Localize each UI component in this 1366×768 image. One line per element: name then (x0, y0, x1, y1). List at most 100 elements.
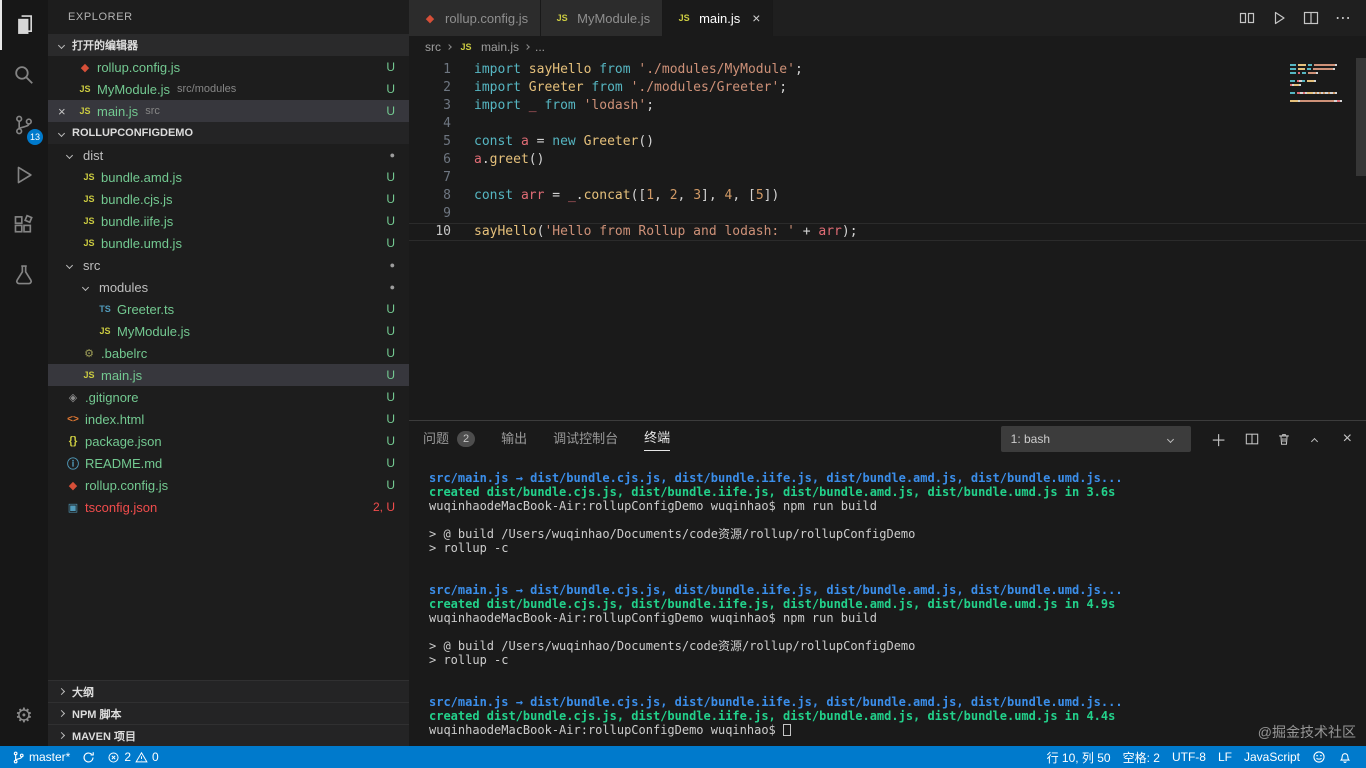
problems-status-item[interactable]: 2 0 (101, 750, 164, 764)
split-terminal-icon[interactable] (1245, 432, 1259, 446)
code-token: Greeter (583, 134, 639, 149)
file-item[interactable]: {} package.json U (48, 430, 409, 452)
breadcrumb-item-src[interactable]: src (425, 40, 441, 54)
folder-item-src[interactable]: src ● (48, 254, 409, 276)
modified-dot-badge: ● (389, 282, 395, 292)
tab-mymodule[interactable]: JS MyModule.js (541, 0, 664, 36)
split-editor-icon[interactable] (1303, 10, 1319, 26)
code-text: sayHello('Hello from Rollup and lodash: … (451, 223, 858, 241)
maven-section-header[interactable]: MAVEN 项目 (48, 724, 409, 746)
code-token: 'Hello from Rollup and lodash: ' (544, 224, 795, 239)
eol-item[interactable]: LF (1212, 750, 1238, 764)
npm-scripts-section-header[interactable]: NPM 脚本 (48, 702, 409, 724)
extensions-icon[interactable] (0, 200, 48, 250)
sync-changes-item[interactable] (76, 751, 101, 764)
folder-item-modules[interactable]: modules ● (48, 276, 409, 298)
file-item-main-js-selected[interactable]: JS main.js U (48, 364, 409, 386)
open-editor-main[interactable]: × JS main.js src U (48, 100, 409, 122)
status-right: 行 10, 列 50 空格: 2 UTF-8 LF JavaScript (1041, 749, 1366, 766)
feedback-smiley-item[interactable] (1306, 750, 1332, 764)
tab-terminal-active[interactable]: 终端 (644, 427, 671, 451)
chevron-down-icon (1166, 435, 1174, 443)
file-item[interactable]: <> index.html U (48, 408, 409, 430)
file-item[interactable]: JS MyModule.js U (48, 320, 409, 342)
close-panel-icon[interactable]: × (1343, 430, 1352, 448)
code-token: from (591, 80, 623, 95)
indentation-item[interactable]: 空格: 2 (1117, 749, 1166, 766)
maximize-panel-chevron-icon[interactable] (1310, 437, 1318, 445)
line-number: 5 (443, 134, 451, 149)
file-item[interactable]: JS bundle.cjs.js U (48, 188, 409, 210)
terminal-text: created dist/bundle.cjs.js, dist/bundle.… (429, 485, 1116, 499)
code-editor[interactable]: 1 import sayHello from './modules/MyModul… (409, 58, 1366, 420)
terminal-line: created dist/bundle.cjs.js, dist/bundle.… (429, 485, 1366, 499)
code-token: 1 (646, 188, 655, 203)
open-editor-rollup-config[interactable]: ◆ rollup.config.js U (48, 56, 409, 78)
git-status-badge: U (386, 434, 395, 448)
source-control-icon[interactable]: 13 (0, 100, 48, 150)
folder-item-dist[interactable]: dist ● (48, 144, 409, 166)
file-item[interactable]: ⚙ .babelrc U (48, 342, 409, 364)
file-item[interactable]: ◆ rollup.config.js U (48, 474, 409, 496)
terminal-output[interactable]: src/main.js → dist/bundle.cjs.js, dist/b… (409, 457, 1366, 746)
terminal-text: src/main.js → dist/bundle.cjs.js, dist/b… (429, 695, 1123, 709)
encoding-item[interactable]: UTF-8 (1166, 750, 1212, 764)
project-header[interactable]: ROLLUPCONFIGDEMO (48, 122, 409, 144)
file-item[interactable]: JS bundle.iife.js U (48, 210, 409, 232)
tab-problems[interactable]: 问题 2 (423, 428, 476, 451)
file-item[interactable]: JS bundle.amd.js U (48, 166, 409, 188)
close-icon[interactable]: × (58, 104, 76, 119)
warning-icon (135, 751, 148, 762)
open-editors-header[interactable]: 打开的编辑器 (48, 34, 409, 56)
scrollbar-thumb[interactable] (1356, 58, 1366, 176)
file-item[interactable]: ◈ .gitignore U (48, 386, 409, 408)
close-icon[interactable]: × (752, 10, 760, 26)
breadcrumb: src JS main.js ... (409, 36, 1366, 58)
outline-section-header[interactable]: 大纲 (48, 680, 409, 702)
tab-rollup-config[interactable]: ◆ rollup.config.js (409, 0, 542, 36)
terminal-shell-select[interactable]: 1: bash (1000, 426, 1191, 452)
breadcrumb-item-file[interactable]: main.js (481, 40, 519, 54)
error-count: 2 (124, 750, 132, 764)
file-name: bundle.iife.js (101, 213, 174, 229)
html-file-icon: <> (67, 413, 79, 425)
notifications-bell-item[interactable] (1332, 750, 1358, 764)
settings-gear-icon[interactable]: ⚙ (0, 690, 48, 740)
run-debug-icon[interactable] (0, 150, 48, 200)
open-changes-icon[interactable] (1239, 10, 1255, 26)
cursor-position-item[interactable]: 行 10, 列 50 (1041, 749, 1117, 766)
minimap[interactable] (1290, 64, 1350, 104)
new-terminal-icon[interactable]: ＋ (1211, 427, 1227, 451)
tab-output[interactable]: 输出 (501, 428, 527, 451)
breadcrumb-item-more[interactable]: ... (535, 40, 545, 54)
file-item[interactable]: JS bundle.umd.js U (48, 232, 409, 254)
chevron-down-icon (65, 151, 74, 159)
git-status-badge: U (386, 60, 395, 74)
test-beaker-icon[interactable] (0, 250, 48, 300)
tab-bar: ◆ rollup.config.js JS MyModule.js JS mai… (409, 0, 1366, 36)
open-editor-mymodule[interactable]: JS MyModule.js src/modules U (48, 78, 409, 100)
more-actions-icon[interactable]: ⋯ (1335, 8, 1352, 28)
file-item[interactable]: ⓘ README.md U (48, 452, 409, 474)
chevron-right-icon (57, 709, 66, 718)
sync-icon (83, 751, 95, 763)
file-name: tsconfig.json (85, 499, 158, 515)
git-branch-item[interactable]: master* (6, 750, 76, 764)
folder-name: dist (83, 147, 104, 163)
run-file-icon[interactable] (1271, 10, 1287, 26)
file-path-detail: src (145, 105, 160, 117)
tab-main-js-active[interactable]: JS main.js × (663, 0, 774, 36)
kill-terminal-trash-icon[interactable] (1277, 432, 1291, 446)
explorer-icon[interactable] (0, 0, 48, 50)
file-tree: dist ● JS bundle.amd.js U JS bundle.cjs.… (48, 144, 409, 680)
search-icon[interactable] (0, 50, 48, 100)
code-token: './modules/Greeter' (630, 80, 780, 95)
language-mode-item[interactable]: JavaScript (1238, 750, 1306, 764)
sidebar-title: EXPLORER (68, 11, 133, 23)
file-item[interactable]: TS Greeter.ts U (48, 298, 409, 320)
file-item-tsconfig[interactable]: ▣ tsconfig.json 2, U (48, 496, 409, 518)
tab-debug-console[interactable]: 调试控制台 (553, 428, 618, 451)
